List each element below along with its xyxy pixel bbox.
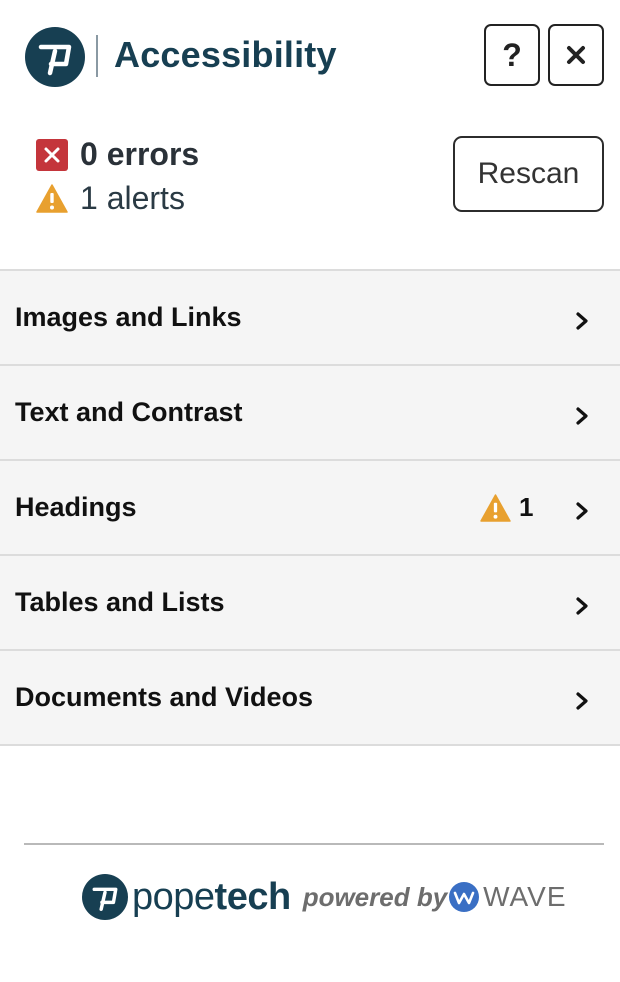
- wave-logo-icon: [449, 882, 480, 912]
- help-button[interactable]: ?: [484, 24, 540, 86]
- close-button[interactable]: [548, 24, 604, 86]
- category-label: Images and Links: [15, 302, 242, 332]
- chevron-right-icon: [576, 597, 588, 615]
- panel-header: Accessibility ?: [0, 0, 620, 112]
- popetech-logo-icon: [25, 27, 85, 87]
- chevron-right-icon: [576, 502, 588, 520]
- footer-divider: [24, 843, 604, 845]
- category-label: Tables and Lists: [15, 587, 225, 617]
- help-icon: ?: [502, 36, 522, 73]
- alert-badge: 1: [480, 492, 533, 523]
- category-documents-and-videos[interactable]: Documents and Videos: [0, 651, 620, 746]
- wave-wordmark: WAVE: [483, 881, 567, 912]
- page-title: Accessibility: [114, 34, 337, 75]
- scan-summary: 0 errors 1 alerts Rescan: [0, 112, 620, 270]
- powered-by-text: powered by: [302, 881, 448, 912]
- error-icon: [36, 138, 68, 171]
- rescan-button[interactable]: Rescan: [453, 136, 604, 212]
- chevron-right-icon: [576, 692, 588, 710]
- category-label: Text and Contrast: [15, 397, 243, 427]
- category-text-and-contrast[interactable]: Text and Contrast: [0, 366, 620, 461]
- alert-icon: [36, 184, 68, 213]
- close-icon: [567, 46, 585, 64]
- footer-branding: popetech powered by WAVE: [82, 872, 567, 922]
- alert-count: 1: [519, 492, 534, 522]
- alerts-count: 1 alerts: [80, 180, 185, 216]
- chevron-right-icon: [576, 407, 588, 425]
- header-divider: [96, 35, 98, 77]
- alert-icon: [480, 493, 511, 522]
- category-list: Images and Links Text and Contrast Headi…: [0, 269, 620, 746]
- category-tables-and-lists[interactable]: Tables and Lists: [0, 556, 620, 651]
- errors-summary: 0 errors: [36, 136, 199, 173]
- popetech-wordmark: popetech: [132, 875, 291, 918]
- popetech-logo-icon: [82, 874, 128, 920]
- alerts-summary: 1 alerts: [36, 180, 185, 217]
- category-images-and-links[interactable]: Images and Links: [0, 271, 620, 366]
- category-label: Headings: [15, 492, 137, 522]
- chevron-right-icon: [576, 312, 588, 330]
- category-headings[interactable]: Headings 1: [0, 461, 620, 556]
- errors-count: 0 errors: [80, 136, 200, 172]
- category-label: Documents and Videos: [15, 682, 314, 712]
